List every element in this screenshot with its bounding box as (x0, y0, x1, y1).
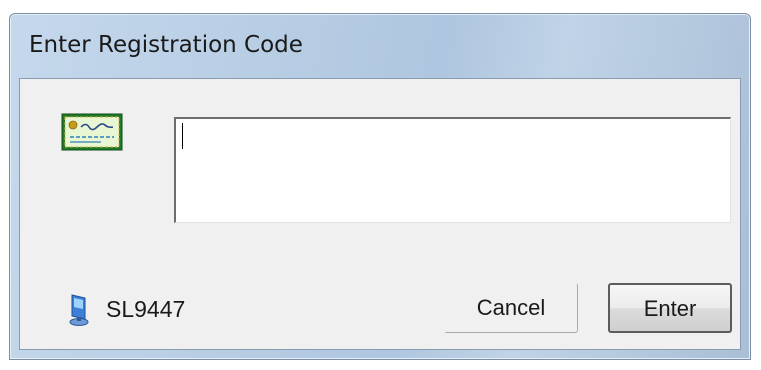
machine-id-label: SL9447 (106, 296, 186, 322)
certificate-icon (61, 113, 123, 151)
computer-icon (69, 294, 89, 326)
cancel-button[interactable]: Cancel (444, 283, 578, 333)
dialog-title: Enter Registration Code (29, 32, 303, 58)
registration-code-input[interactable] (174, 117, 731, 223)
dialog-body: SL9447 Cancel Enter (19, 78, 741, 350)
title-bar[interactable]: Enter Registration Code (10, 14, 750, 76)
registration-dialog: Enter Registration Code SL9447 Cancel En… (9, 13, 751, 360)
enter-button[interactable]: Enter (608, 283, 732, 333)
text-caret (182, 123, 183, 149)
